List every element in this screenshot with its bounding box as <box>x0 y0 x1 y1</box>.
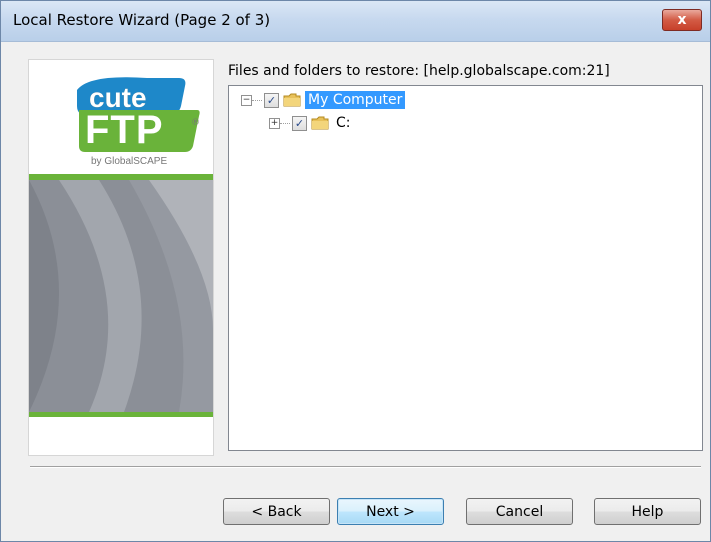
logo-byline: by GlobalSCAPE <box>91 156 168 167</box>
help-button[interactable]: Help <box>594 498 701 525</box>
tree-node-c-drive[interactable]: + ✓ C: <box>269 112 354 134</box>
collapse-icon[interactable]: − <box>241 94 252 106</box>
banner-curves-icon <box>29 180 213 412</box>
banner-graphic <box>29 180 213 412</box>
back-button[interactable]: < Back <box>223 498 330 525</box>
footer-divider <box>30 466 701 468</box>
expand-icon[interactable]: + <box>269 117 280 129</box>
tree-node-my-computer[interactable]: − ✓ My Computer <box>241 89 406 111</box>
cuteftp-logo: cute FTP ® by GlobalSCAPE <box>29 60 213 174</box>
wizard-banner: cute FTP ® by GlobalSCAPE <box>28 59 214 456</box>
tree-connector <box>280 122 290 124</box>
cancel-button[interactable]: Cancel <box>466 498 573 525</box>
tree-checkbox-my-computer[interactable]: ✓ <box>264 92 279 108</box>
close-button[interactable]: x <box>662 9 702 31</box>
wizard-window: Local Restore Wizard (Page 2 of 3) x cut… <box>0 0 711 542</box>
title-bar[interactable]: Local Restore Wizard (Page 2 of 3) x <box>1 1 710 42</box>
folder-icon <box>311 116 329 130</box>
close-icon: x <box>677 12 687 28</box>
folder-icon <box>283 93 301 107</box>
logo-registered-mark: ® <box>191 118 200 128</box>
logo-text-ftp: FTP <box>85 108 164 152</box>
next-button[interactable]: Next > <box>337 498 444 525</box>
tree-label-c-drive[interactable]: C: <box>333 114 354 132</box>
restore-files-label: Files and folders to restore: [help.glob… <box>228 63 610 79</box>
window-title: Local Restore Wizard (Page 2 of 3) <box>13 11 271 29</box>
banner-stripe-bottom <box>29 412 213 417</box>
tree-checkbox-c-drive[interactable]: ✓ <box>292 115 307 131</box>
restore-tree[interactable]: − ✓ My Computer + ✓ C: <box>228 85 703 451</box>
tree-connector <box>252 99 262 101</box>
tree-label-my-computer[interactable]: My Computer <box>305 91 406 109</box>
